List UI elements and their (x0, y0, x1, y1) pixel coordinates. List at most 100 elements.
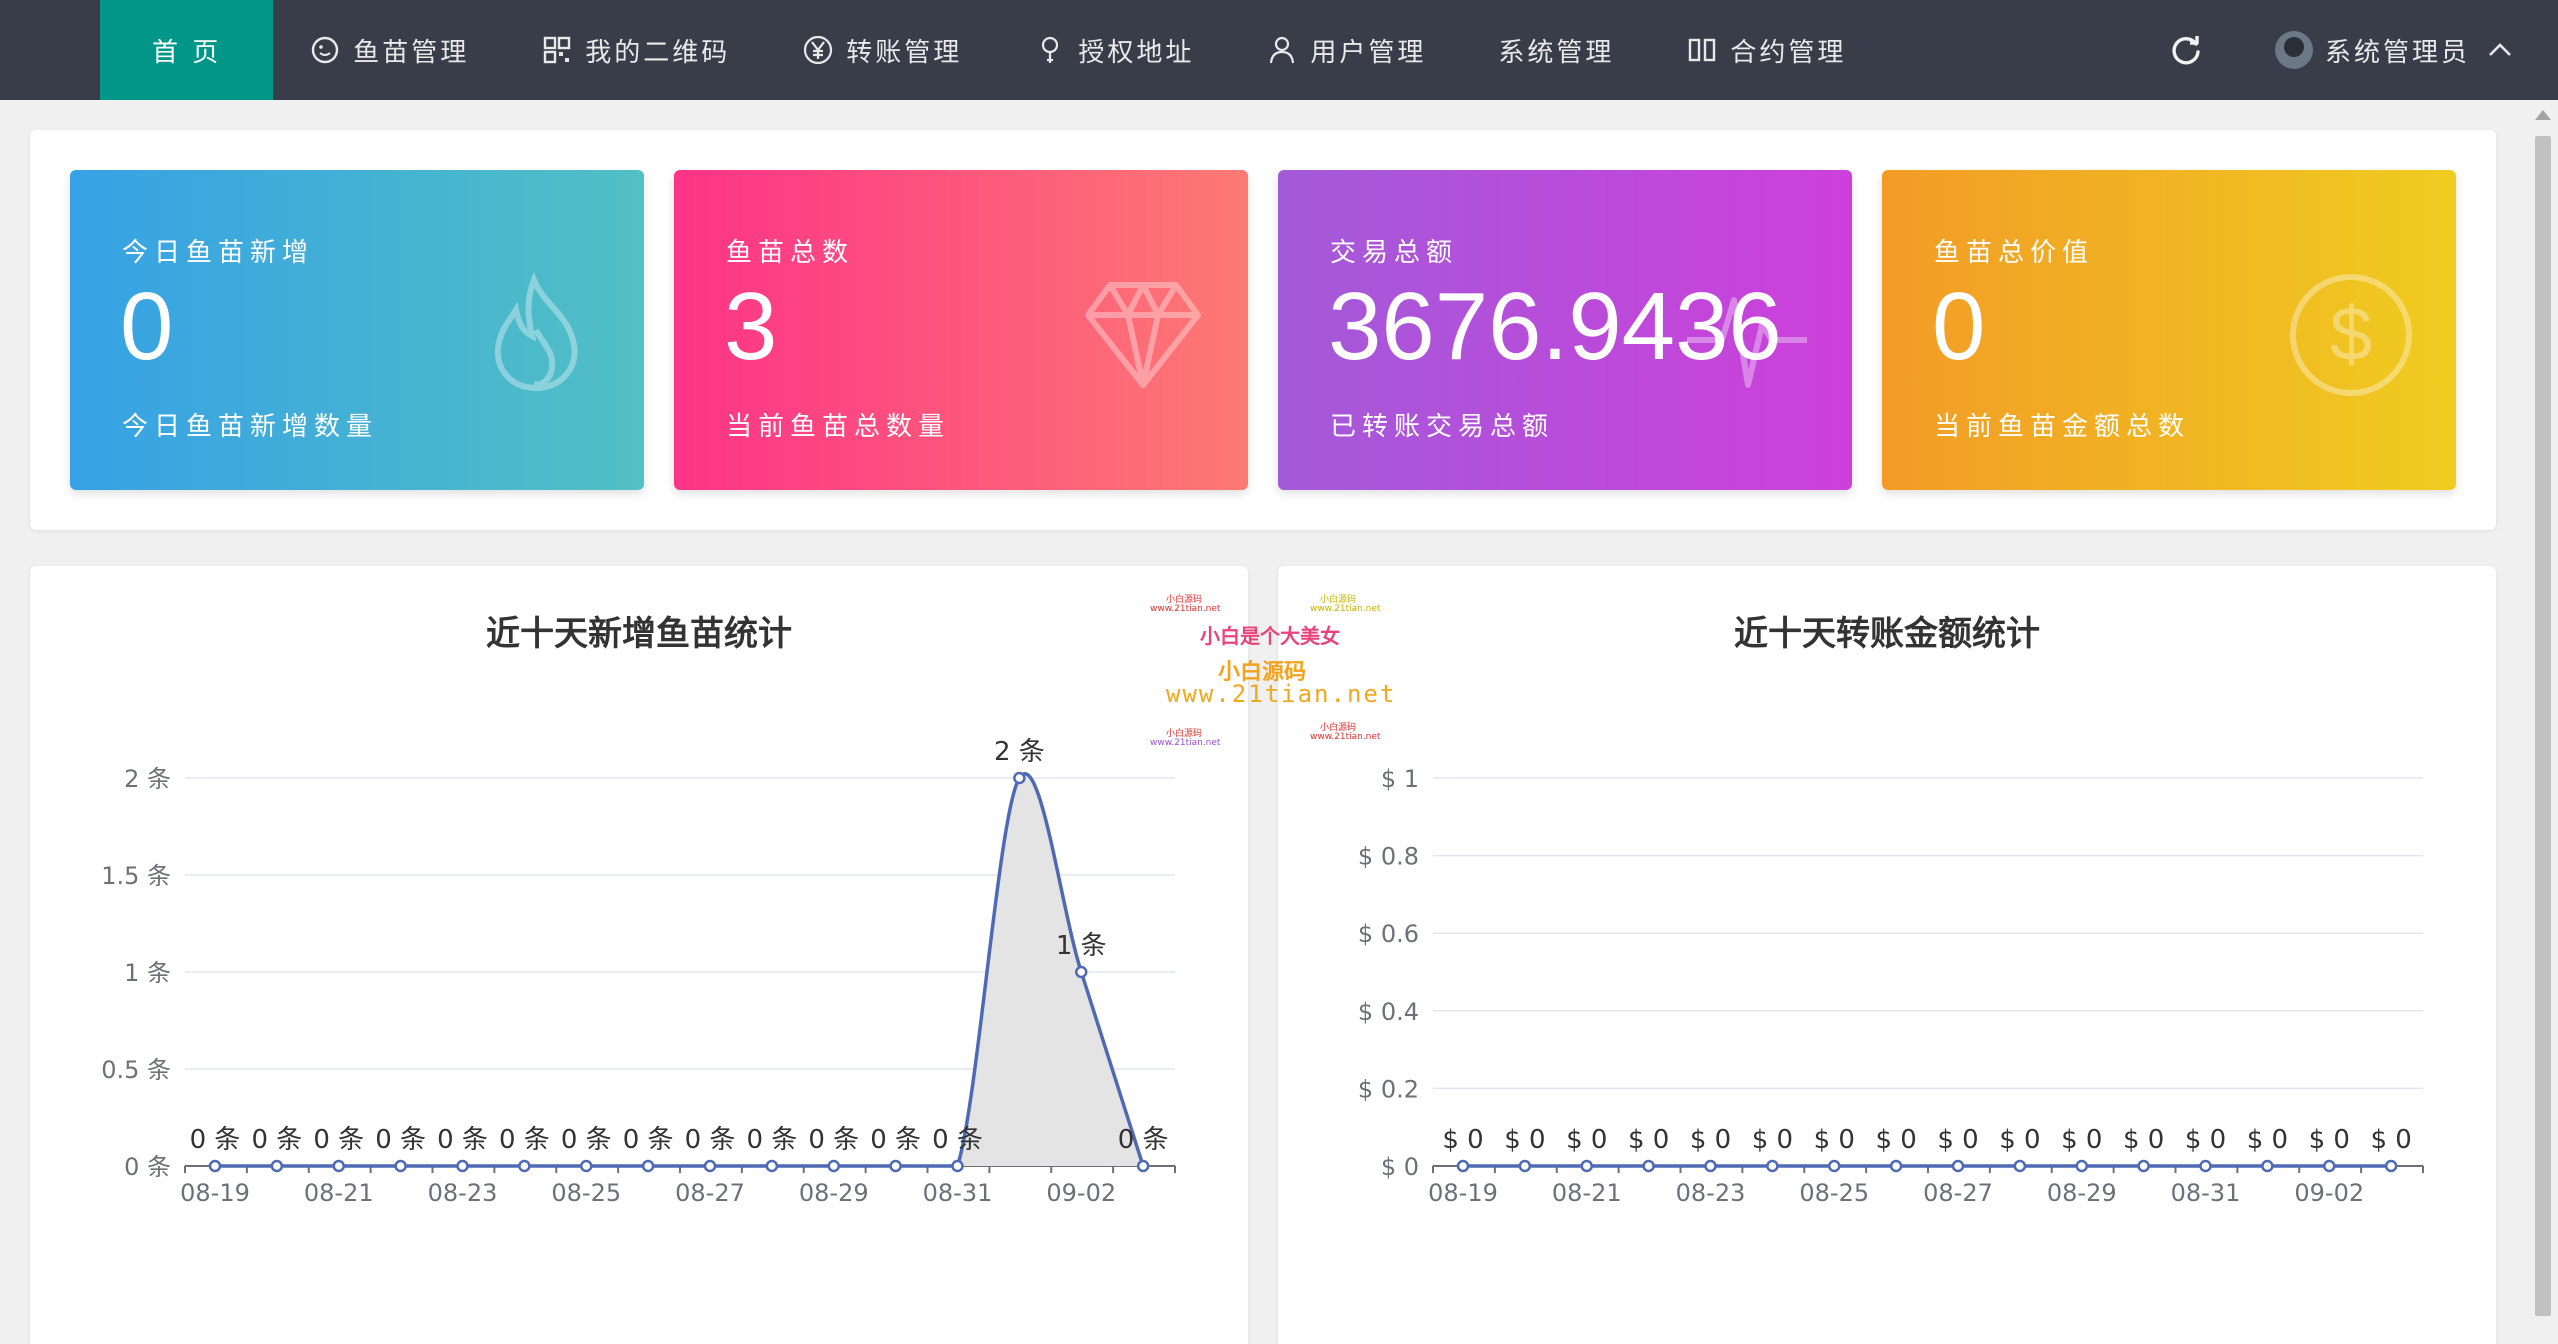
avatar (2274, 31, 2313, 69)
data-point (1136, 1159, 1150, 1173)
nav-item-users[interactable]: 用户管理 (1230, 0, 1462, 100)
nav-item-label: 首 页 (152, 37, 222, 68)
x-tick-label: 08-31 (923, 1179, 993, 1207)
user-menu[interactable]: 系统管理员 (2274, 31, 2514, 69)
top-right-tools: 系统管理员 (2165, 0, 2558, 100)
stat-value: 0 (120, 273, 174, 380)
x-tick-label: 08-19 (1428, 1179, 1498, 1207)
stats-panel: 今日鱼苗新增 0 今日鱼苗新增数量 鱼苗总数 3 当前鱼苗总数量 交易总额 36… (30, 130, 2496, 530)
data-point (332, 1159, 345, 1173)
data-label: 0 条 (808, 1125, 859, 1155)
data-label: 2 条 (994, 737, 1045, 767)
y-tick-label: $ 0.8 (1358, 843, 1419, 871)
flame-icon (494, 271, 578, 392)
vertical-scrollbar[interactable] (2528, 100, 2558, 1344)
stat-sub: 当前鱼苗金额总数 (1934, 412, 2191, 442)
stat-card-fish-value: 鱼苗总价值 0 当前鱼苗金额总数 $ (1882, 170, 2456, 490)
nav-item-home[interactable]: 首 页 (100, 0, 274, 100)
columns-icon (1686, 34, 1718, 66)
stat-label: 交易总额 (1330, 238, 1459, 268)
data-point (827, 1159, 840, 1173)
user-name: 系统管理员 (2324, 37, 2470, 68)
chart-new-fish: 0 条0.5 条1 条1.5 条2 条08-19 08-21 08-23 08-25 0… (101, 737, 1176, 1207)
x-tick-label: 08-29 (799, 1179, 869, 1207)
data-label: $ 0 (1752, 1125, 1793, 1155)
data-point (1642, 1159, 1655, 1173)
data-label: $ 0 (2247, 1125, 2288, 1155)
nav-item-qrcode[interactable]: 我的二维码 (505, 0, 766, 100)
data-point (2384, 1159, 2398, 1173)
nav-item-label: 系统管理 (1498, 37, 1615, 68)
data-label: 0 条 (251, 1125, 302, 1155)
data-label: $ 0 (1442, 1125, 1483, 1155)
stat-label: 今日鱼苗新增 (122, 238, 315, 268)
stat-card-transaction-total: 交易总额 3676.9436 已转账交易总额 (1278, 170, 1852, 490)
y-tick-label: 1.5 条 (101, 862, 171, 890)
data-label: 0 条 (685, 1125, 736, 1155)
x-tick-label: 08-25 (1799, 1179, 1869, 1207)
scroll-up-arrow[interactable] (2535, 110, 2551, 120)
data-label: $ 0 (2309, 1125, 2350, 1155)
data-label: 0 条 (375, 1125, 426, 1155)
x-tick-label: 08-21 (304, 1179, 374, 1207)
data-label: 0 条 (313, 1125, 364, 1155)
x-tick-label: 08-31 (2171, 1179, 2241, 1207)
y-tick-label: $ 1 (1381, 765, 1419, 793)
data-point (2013, 1159, 2027, 1173)
data-label: 0 条 (499, 1125, 550, 1155)
stat-sub: 当前鱼苗总数量 (726, 412, 951, 442)
stat-card-fish-total: 鱼苗总数 3 当前鱼苗总数量 (674, 170, 1248, 490)
data-point (889, 1159, 902, 1173)
data-point (1518, 1159, 1532, 1173)
data-label: 0 条 (437, 1125, 488, 1155)
data-point (641, 1159, 655, 1173)
data-label: $ 0 (1937, 1125, 1978, 1155)
data-label: $ 0 (1999, 1125, 2040, 1155)
stat-sub: 今日鱼苗新增数量 (122, 412, 379, 442)
face-icon (309, 34, 341, 66)
stat-label: 鱼苗总数 (726, 238, 855, 268)
x-tick-label: 08-19 (180, 1179, 250, 1207)
data-point (2137, 1159, 2150, 1173)
stat-value: 3 (724, 273, 778, 380)
data-point (703, 1159, 717, 1173)
x-tick-label: 08-23 (428, 1179, 498, 1207)
data-label: $ 0 (1814, 1125, 1855, 1155)
data-point (1704, 1159, 1717, 1173)
stat-sub: 已转账交易总额 (1330, 412, 1555, 442)
diamond-icon (1085, 282, 1201, 388)
nav-item-transfer[interactable]: 转账管理 (766, 0, 998, 100)
nav-item-fish[interactable]: 鱼苗管理 (273, 0, 505, 100)
data-point (1889, 1159, 1903, 1173)
data-label: $ 0 (2185, 1125, 2226, 1155)
nav-item-label: 合约管理 (1730, 37, 1847, 68)
y-tick-label: 1 条 (124, 959, 171, 987)
data-label: $ 0 (1566, 1125, 1607, 1155)
stat-value: 0 (1932, 273, 1986, 380)
x-tick-label: 09-02 (1046, 1179, 1116, 1207)
user-icon (1266, 34, 1298, 66)
nav-item-label: 转账管理 (846, 37, 963, 68)
data-label: 0 条 (870, 1125, 921, 1155)
x-tick-label: 08-25 (551, 1179, 621, 1207)
data-label: 1 条 (1056, 931, 1107, 961)
y-tick-label: $ 0 (1381, 1153, 1419, 1181)
data-label: 0 条 (561, 1125, 612, 1155)
nav-item-system[interactable]: 系统管理 (1462, 0, 1650, 100)
chart-panel-new-fish: 近十天新增鱼苗统计 0 条 0.5 条1 条 1.5 条2 条 08-19 08-21 0… (30, 566, 1248, 1344)
nav-item-label: 授权地址 (1078, 37, 1195, 68)
pin-icon (1034, 34, 1066, 66)
nav-item-label: 我的二维码 (585, 37, 731, 68)
data-point (2075, 1159, 2088, 1173)
data-label: $ 0 (1690, 1125, 1731, 1155)
scrollbar-thumb[interactable] (2535, 136, 2551, 1316)
refresh-icon[interactable] (2165, 30, 2205, 70)
x-tick-label: 08-29 (2047, 1179, 2117, 1207)
data-point (1828, 1159, 1841, 1173)
grid-icon (541, 34, 573, 66)
data-label: 0 条 (932, 1125, 983, 1155)
nav-item-contracts[interactable]: 合约管理 (1650, 0, 1882, 100)
stat-card-today-new: 今日鱼苗新增 0 今日鱼苗新增数量 (70, 170, 644, 490)
nav-item-auth-address[interactable]: 授权地址 (998, 0, 1230, 100)
y-tick-label: $ 0.4 (1358, 998, 1419, 1026)
